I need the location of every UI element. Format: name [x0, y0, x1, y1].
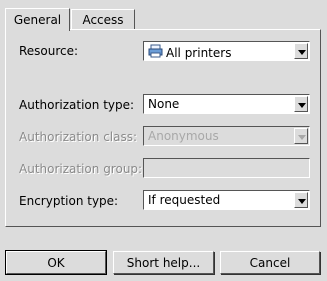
tab-general-label: General — [13, 13, 62, 27]
cancel-button[interactable]: Cancel — [220, 251, 320, 274]
chevron-down-icon[interactable] — [294, 96, 308, 112]
resource-select[interactable]: All printers — [143, 41, 310, 61]
auth-group-field[interactable] — [143, 158, 310, 178]
auth-type-value: None — [148, 97, 180, 111]
tab-access[interactable]: Access — [71, 9, 135, 29]
tab-general[interactable]: General — [5, 8, 70, 31]
resource-value: All printers — [148, 44, 231, 61]
chevron-down-icon[interactable] — [294, 128, 308, 144]
tab-access-label: Access — [82, 12, 124, 27]
encryption-label: Encryption type: — [19, 194, 119, 208]
auth-class-select[interactable]: Anonymous — [143, 126, 310, 146]
chevron-down-icon[interactable] — [294, 43, 308, 59]
ok-button[interactable]: OK — [5, 250, 107, 275]
short-help-button[interactable]: Short help... — [113, 251, 214, 274]
short-help-button-label: Short help... — [126, 255, 201, 270]
auth-class-value: Anonymous — [148, 129, 219, 143]
printer-icon — [148, 44, 164, 61]
resource-text: All printers — [166, 45, 232, 60]
general-panel: Resource: All printers Authorization typ… — [5, 29, 321, 227]
auth-type-label: Authorization type: — [19, 98, 135, 112]
resource-label: Resource: — [19, 44, 79, 58]
auth-class-label: Authorization class: — [19, 130, 138, 144]
cancel-button-label: Cancel — [249, 255, 291, 270]
encryption-select[interactable]: If requested — [143, 190, 310, 210]
auth-type-select[interactable]: None — [143, 94, 310, 114]
ok-button-label: OK — [47, 255, 65, 270]
encryption-value: If requested — [148, 193, 221, 207]
auth-group-label: Authorization group: — [19, 162, 143, 176]
chevron-down-icon[interactable] — [294, 192, 308, 208]
